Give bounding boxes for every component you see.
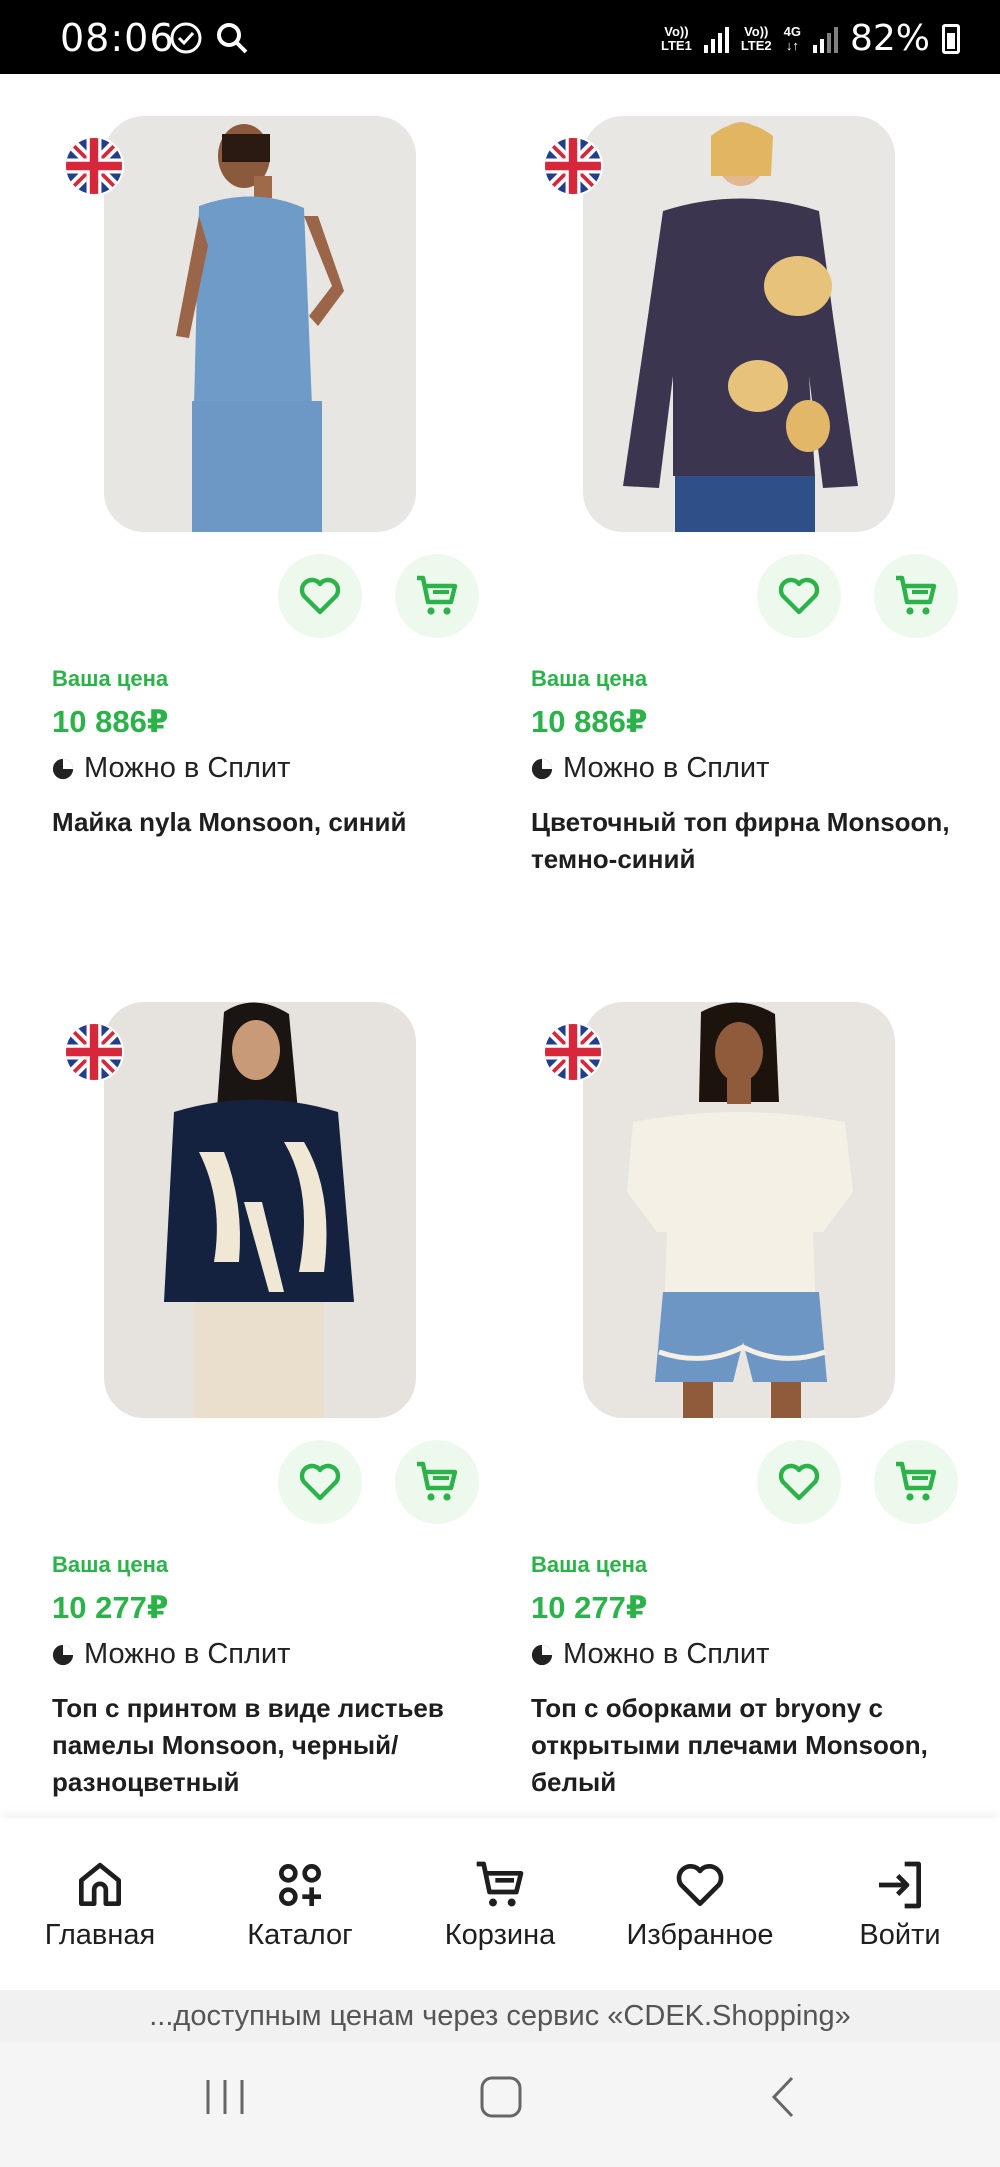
nav-label: Избранное bbox=[626, 1918, 774, 1951]
split-icon bbox=[52, 1644, 74, 1665]
search-icon bbox=[217, 23, 248, 54]
signal-icon bbox=[703, 25, 729, 53]
favorite-button[interactable] bbox=[278, 1440, 362, 1524]
favorite-button[interactable] bbox=[757, 554, 841, 638]
home-button-icon[interactable] bbox=[476, 2072, 526, 2122]
system-navigation-bar bbox=[0, 2042, 1000, 2167]
split-info: Можно в Сплит bbox=[52, 1638, 290, 1671]
price-label: Ваша цена bbox=[531, 666, 648, 691]
heart-icon bbox=[299, 1463, 341, 1501]
battery-icon bbox=[942, 23, 960, 54]
product-card[interactable]: Ваша цена 10 277₽ Можно в Сплит Топ с пр… bbox=[52, 1002, 492, 1802]
split-icon bbox=[531, 758, 553, 779]
price-label: Ваша цена bbox=[52, 1552, 169, 1577]
split-icon bbox=[52, 758, 74, 779]
price: 10 277₽ bbox=[531, 1590, 648, 1625]
nav-home[interactable]: Главная bbox=[5, 1857, 195, 1952]
product-image[interactable] bbox=[104, 116, 416, 532]
heart-icon bbox=[676, 1863, 724, 1906]
product-title[interactable]: Топ с принтом в виде листьев памелы Mons… bbox=[52, 1690, 492, 1801]
heart-icon bbox=[778, 1463, 820, 1501]
battery-level: 82% bbox=[849, 18, 930, 59]
product-card[interactable]: Ваша цена 10 886₽ Можно в Сплит Майка ny… bbox=[52, 116, 492, 876]
heart-icon bbox=[299, 577, 341, 615]
product-title[interactable]: Цветочный топ фирна Monsoon, темно-синий bbox=[531, 804, 971, 878]
product-title[interactable]: Топ с оборками от bryony с открытыми пле… bbox=[531, 1690, 971, 1801]
nav-label: Главная bbox=[44, 1918, 156, 1951]
uk-flag-icon bbox=[66, 138, 122, 194]
product-image[interactable] bbox=[104, 1002, 416, 1418]
price: 10 277₽ bbox=[52, 1590, 169, 1625]
login-icon bbox=[879, 1861, 921, 1908]
add-to-cart-button[interactable] bbox=[874, 1440, 958, 1524]
add-to-cart-button[interactable] bbox=[395, 554, 479, 638]
nav-favorites[interactable]: Избранное bbox=[605, 1857, 795, 1952]
favorite-button[interactable] bbox=[278, 554, 362, 638]
back-icon[interactable] bbox=[760, 2072, 810, 2122]
status-time: 08:06 bbox=[60, 16, 175, 60]
split-info: Можно в Сплит bbox=[531, 752, 769, 785]
uk-flag-icon bbox=[545, 1024, 601, 1080]
catalog-icon bbox=[279, 1863, 321, 1906]
uk-flag-icon bbox=[545, 138, 601, 194]
price-label: Ваша цена bbox=[531, 1552, 648, 1577]
split-info: Можно в Сплит bbox=[52, 752, 290, 785]
split-icon bbox=[531, 1644, 553, 1665]
split-info: Можно в Сплит bbox=[531, 1638, 769, 1671]
product-card[interactable]: Ваша цена 10 886₽ Можно в Сплит Цветочны… bbox=[531, 116, 971, 876]
nav-label: Корзина bbox=[444, 1918, 556, 1951]
cart-icon bbox=[896, 575, 937, 615]
nav-cart[interactable]: Корзина bbox=[405, 1857, 595, 1952]
price: 10 886₽ bbox=[531, 704, 648, 739]
nav-label: Войти bbox=[859, 1918, 941, 1951]
cart-icon bbox=[417, 1461, 458, 1501]
price: 10 886₽ bbox=[52, 704, 169, 739]
nav-label: Каталог bbox=[247, 1918, 353, 1951]
check-circle-icon bbox=[170, 22, 202, 54]
sim1-indicator: Vo)) LTE1 bbox=[660, 23, 692, 53]
home-icon bbox=[79, 1862, 121, 1906]
add-to-cart-button[interactable] bbox=[874, 554, 958, 638]
bottom-navigation: Главная Каталог Корзина Избранное Войти bbox=[0, 1818, 1000, 1990]
product-image[interactable] bbox=[583, 116, 895, 532]
cart-icon bbox=[476, 1861, 524, 1906]
nav-login[interactable]: Войти bbox=[805, 1857, 995, 1952]
sim2-indicator: Vo)) LTE2 bbox=[740, 23, 772, 53]
price-label: Ваша цена bbox=[52, 666, 169, 691]
uk-flag-icon bbox=[66, 1024, 122, 1080]
cart-icon bbox=[417, 575, 458, 615]
product-image[interactable] bbox=[583, 1002, 895, 1418]
favorite-button[interactable] bbox=[757, 1440, 841, 1524]
add-to-cart-button[interactable] bbox=[395, 1440, 479, 1524]
network-indicator: 4G ↓↑ bbox=[783, 23, 801, 53]
service-banner: ...доступным ценам через сервис «CDEK.Sh… bbox=[0, 1990, 1000, 2042]
status-bar: 08:06 Vo)) LTE1 Vo)) LTE2 4G ↓↑ 82% bbox=[0, 0, 1000, 74]
product-card[interactable]: Ваша цена 10 277₽ Можно в Сплит Топ с об… bbox=[531, 1002, 971, 1802]
nav-catalog[interactable]: Каталог bbox=[205, 1857, 395, 1952]
recent-apps-icon[interactable] bbox=[200, 2072, 250, 2122]
product-title[interactable]: Майка nyla Monsoon, синий bbox=[52, 804, 492, 841]
heart-icon bbox=[778, 577, 820, 615]
signal-icon-2 bbox=[812, 25, 838, 53]
cart-icon bbox=[896, 1461, 937, 1501]
